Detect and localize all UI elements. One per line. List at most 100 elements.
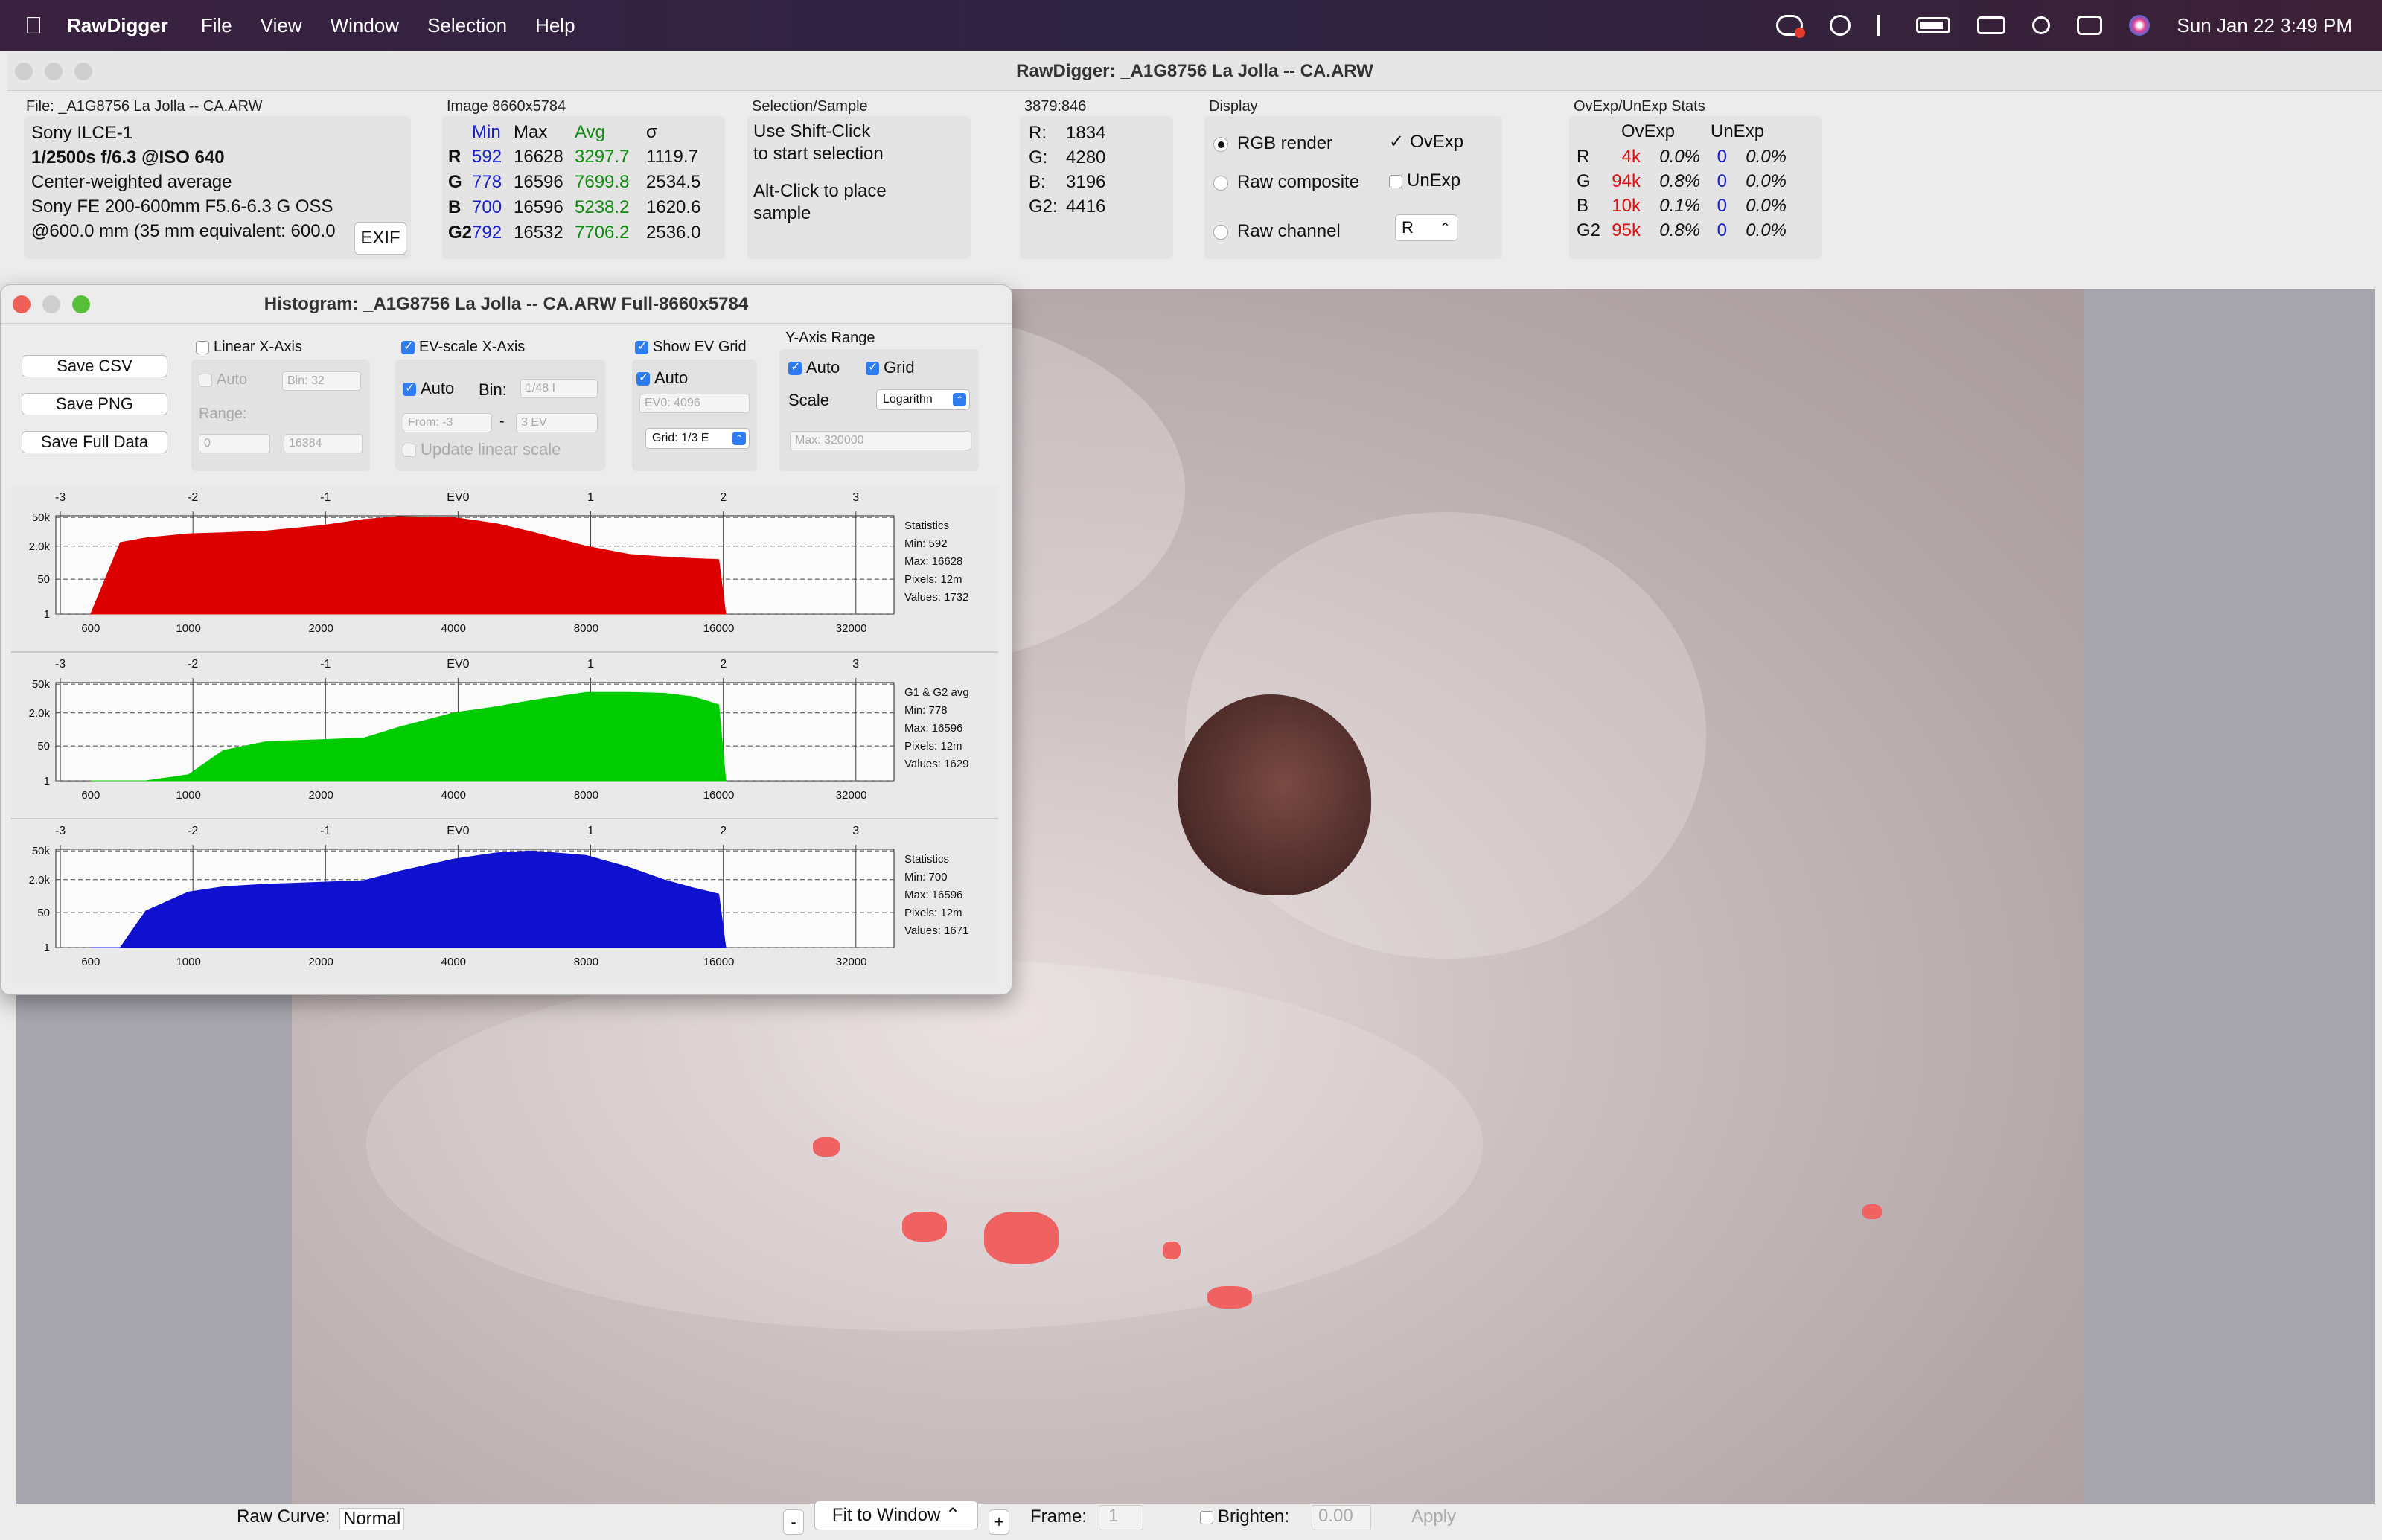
- minimize-window-button[interactable]: [42, 295, 60, 313]
- menu-bar:  RawDigger File View Window Selection H…: [0, 0, 2382, 51]
- linear-x-checkbox-box[interactable]: [196, 340, 209, 354]
- chevron-updown-icon: ⌃: [732, 432, 746, 445]
- frame-stepper[interactable]: 1: [1099, 1505, 1143, 1530]
- control-center-icon[interactable]: [2077, 16, 2103, 35]
- ev-from-field[interactable]: From: -3: [403, 413, 492, 432]
- update-linear-scale-checkbox-box[interactable]: [403, 444, 416, 458]
- y-max-field[interactable]: Max: 320000: [790, 431, 971, 450]
- apply-button[interactable]: Apply: [1411, 1507, 1456, 1527]
- ev-to-field[interactable]: 3 EV: [516, 413, 598, 432]
- row-sd: 2534.5: [646, 172, 701, 192]
- apple-menu-icon[interactable]: : [0, 12, 67, 39]
- minimize-window-button[interactable]: [45, 63, 63, 80]
- show-ev-grid-checkbox[interactable]: Show EV Grid: [635, 339, 747, 356]
- row-min: 792: [472, 223, 502, 243]
- screen-record-icon[interactable]: [1776, 15, 1806, 38]
- zoom-window-button[interactable]: [72, 295, 90, 313]
- radio-dot[interactable]: [1213, 224, 1228, 240]
- zoom-select[interactable]: Fit to Window ⌃: [814, 1501, 978, 1530]
- radio-rgb-render[interactable]: RGB render: [1213, 131, 1332, 156]
- channel-select[interactable]: R ⌃: [1395, 214, 1457, 241]
- menu-file[interactable]: File: [201, 14, 232, 37]
- menu-window[interactable]: Window: [331, 14, 399, 37]
- zoom-in-button[interactable]: +: [989, 1509, 1009, 1535]
- y-grid-checkbox[interactable]: Grid: [866, 358, 915, 377]
- coords-panel-label: 3879:846: [1024, 98, 1087, 115]
- y-tick-label: 50k: [32, 845, 51, 857]
- radio-raw-composite[interactable]: Raw composite: [1213, 170, 1359, 194]
- y-tick-label: 50k: [32, 511, 51, 524]
- unexp-checkbox-box[interactable]: [1389, 174, 1402, 188]
- y-grid-checkbox-box[interactable]: [866, 360, 879, 376]
- battery-icon[interactable]: [1916, 17, 1951, 33]
- time-machine-icon[interactable]: [1830, 15, 1851, 36]
- y-auto-checkbox[interactable]: Auto: [788, 358, 840, 377]
- ev-grid-auto-checkbox-box[interactable]: [636, 370, 650, 386]
- brighten-input[interactable]: 0.00: [1312, 1505, 1371, 1530]
- ev-bin-field[interactable]: 1/48 I: [520, 379, 598, 398]
- stats-pixels: Pixels: 12m: [904, 907, 962, 919]
- y-tick-label: 50: [37, 573, 50, 586]
- siri-icon[interactable]: [2129, 15, 2150, 36]
- ovexp-checkbox[interactable]: ✓ OvExp: [1389, 130, 1463, 154]
- linear-bin-field[interactable]: Bin: 32: [282, 371, 361, 391]
- linear-auto-checkbox-box[interactable]: [199, 373, 212, 387]
- save-full-data-button[interactable]: Save Full Data: [22, 431, 167, 453]
- row-max: 16532: [514, 223, 563, 243]
- ev-scale-checkbox[interactable]: EV-scale X-Axis: [401, 339, 525, 356]
- zoom-window-button[interactable]: [74, 63, 92, 80]
- ev-scale-checkbox-box[interactable]: [401, 339, 415, 354]
- close-window-button[interactable]: [15, 63, 33, 80]
- file-info-panel: Sony ILCE-1 1/2500s f/6.3 @ISO 640 Cente…: [24, 116, 411, 259]
- brighten-checkbox[interactable]: Brighten:: [1200, 1507, 1289, 1527]
- x-tick-label: 2000: [309, 789, 333, 802]
- ev-auto-checkbox[interactable]: Auto: [403, 379, 454, 398]
- ev-auto-checkbox-box[interactable]: [403, 380, 416, 397]
- radio-dot[interactable]: [1213, 136, 1228, 152]
- image-panel-label: Image 8660x5784: [447, 98, 566, 115]
- unexp-checkbox[interactable]: UnExp: [1389, 168, 1460, 193]
- menubar-clock[interactable]: Sun Jan 22 3:49 PM: [2177, 14, 2352, 37]
- linear-x-checkbox[interactable]: Linear X-Axis: [196, 339, 302, 356]
- menu-view[interactable]: View: [261, 14, 302, 37]
- y-auto-checkbox-box[interactable]: [788, 360, 802, 376]
- ev-tick-label: EV0: [447, 658, 469, 671]
- stats-row-r: R 4k 0.0% 0 0.0%: [1577, 147, 1786, 167]
- stats-row-g2: G2 95k 0.8% 0 0.0%: [1577, 220, 1786, 240]
- save-png-button[interactable]: Save PNG: [22, 393, 167, 415]
- raw-curve-select[interactable]: Normal: [339, 1508, 405, 1530]
- zoom-out-button[interactable]: -: [783, 1509, 804, 1535]
- menu-selection[interactable]: Selection: [427, 14, 507, 37]
- stats-values: Values: 1629: [904, 758, 968, 770]
- ev-tick-label: -2: [188, 491, 198, 504]
- frame-label: Frame:: [1030, 1507, 1088, 1527]
- histogram-svg: 50k 2.0k 50 1 -3 -2 -1 EV0 1 2 3 600 1000 2000 4000 800…: [11, 486, 998, 983]
- bluetooth-icon[interactable]: [1877, 15, 1889, 36]
- update-linear-scale-checkbox[interactable]: Update linear scale: [403, 440, 561, 459]
- brighten-checkbox-box[interactable]: [1200, 1510, 1213, 1524]
- radio-dot[interactable]: [1213, 175, 1228, 191]
- close-window-button[interactable]: [13, 295, 31, 313]
- menu-help[interactable]: Help: [535, 14, 575, 37]
- camera-model: Sony ILCE-1: [31, 123, 133, 143]
- x-tick-label: 600: [81, 622, 100, 635]
- ev-grid-select[interactable]: Grid: 1/3 E ⌃: [645, 428, 750, 449]
- app-menu[interactable]: RawDigger: [67, 14, 168, 37]
- y-scale-select[interactable]: Logarithn ⌃: [876, 389, 970, 410]
- range-to-field[interactable]: 16384: [284, 434, 363, 453]
- save-csv-button[interactable]: Save CSV: [22, 355, 167, 377]
- range-from-field[interactable]: 0: [199, 434, 270, 453]
- overexposure-marker: [1163, 1242, 1181, 1259]
- radio-raw-channel[interactable]: Raw channel: [1213, 219, 1341, 243]
- exif-button[interactable]: EXIF: [354, 222, 406, 255]
- spotlight-search-icon[interactable]: [2032, 16, 2051, 34]
- linear-auto-checkbox[interactable]: Auto: [199, 371, 247, 389]
- ev0-field[interactable]: EV0: 4096: [639, 394, 750, 413]
- ev-tick-label: 2: [720, 658, 727, 671]
- screen-mirroring-icon[interactable]: [1977, 16, 2006, 34]
- show-ev-grid-checkbox-box[interactable]: [635, 339, 648, 354]
- ev-grid-auto-checkbox[interactable]: Auto: [636, 368, 688, 388]
- row-avg: 3297.7: [575, 147, 630, 167]
- row-channel: G2: [448, 223, 473, 243]
- ev-tick-label: -1: [320, 658, 331, 671]
